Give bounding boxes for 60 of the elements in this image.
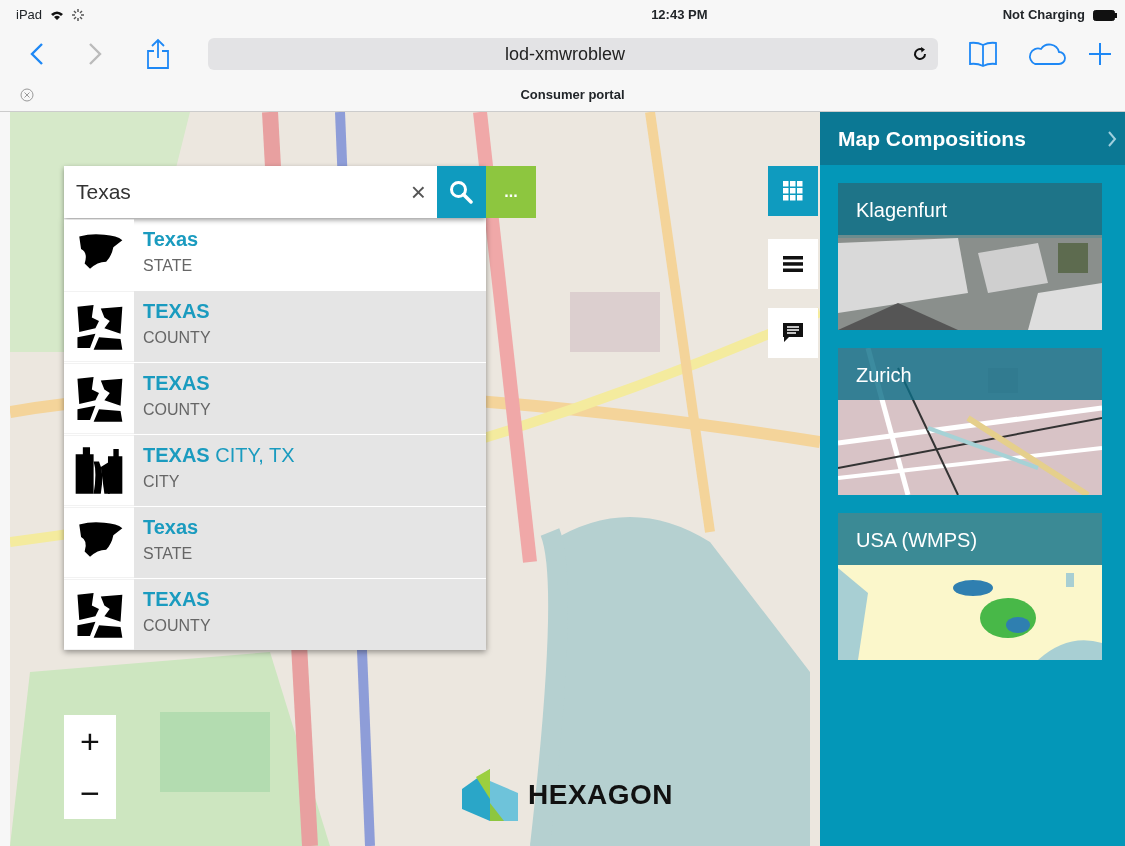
- search-button[interactable]: [436, 166, 486, 218]
- comment-icon: [782, 322, 804, 344]
- reload-icon[interactable]: [912, 46, 928, 62]
- address-bar[interactable]: lod-xmwroblew: [208, 38, 938, 70]
- grid-button[interactable]: [768, 166, 818, 216]
- map-parcels-icon: [64, 363, 134, 434]
- logo-text: HEXAGON: [528, 778, 674, 812]
- result-title: Texas: [143, 227, 200, 251]
- result-title: TEXAS: [143, 299, 211, 323]
- url-text: lod-xmwroblew: [503, 42, 626, 66]
- result-type: CITY: [143, 472, 181, 492]
- logo-icon: [462, 769, 518, 821]
- result-title: TEXAS: [143, 587, 211, 611]
- composition-title: USA (WMPS): [838, 513, 1102, 565]
- comment-button[interactable]: [768, 308, 818, 358]
- panel-title: Map Compositions: [838, 125, 1026, 152]
- battery-status: Not Charging: [1002, 6, 1085, 25]
- result-item[interactable]: TEXAS COUNTY: [64, 290, 486, 362]
- chevron-right-icon[interactable]: [1107, 129, 1117, 148]
- result-title: Texas: [143, 515, 200, 539]
- map-parcels-icon: [64, 579, 134, 650]
- plus-icon[interactable]: [1088, 42, 1112, 66]
- search-icon: [449, 180, 474, 204]
- result-type: STATE: [143, 544, 194, 564]
- grid-icon: [783, 181, 803, 201]
- status-time: 12:43 PM: [651, 7, 708, 23]
- result-item[interactable]: TEXAS COUNTY: [64, 578, 486, 650]
- back-icon[interactable]: [30, 42, 44, 66]
- book-icon[interactable]: [968, 41, 998, 67]
- share-icon[interactable]: [146, 38, 170, 70]
- result-item[interactable]: Texas STATE: [64, 506, 486, 578]
- close-icon[interactable]: [20, 87, 34, 102]
- map-parcels-icon: [64, 291, 134, 362]
- result-item[interactable]: TEXAS CITY, TX CITY: [64, 434, 486, 506]
- composition-title: Zurich: [838, 348, 1102, 400]
- result-type: STATE: [143, 256, 194, 276]
- composition-card[interactable]: USA (WMPS): [838, 513, 1102, 660]
- result-title: TEXAS CITY, TX: [143, 443, 296, 467]
- result-title: TEXAS: [143, 371, 211, 395]
- composition-card[interactable]: Zurich: [838, 348, 1102, 495]
- layers-button[interactable]: [768, 239, 818, 289]
- spinner-icon: [72, 9, 85, 21]
- city-icon: [64, 435, 134, 506]
- battery-icon: [1093, 9, 1117, 21]
- cloud-icon[interactable]: [1026, 42, 1066, 66]
- region-silhouette-icon: [64, 507, 134, 578]
- menu-icon: [783, 256, 803, 272]
- forward-icon[interactable]: [88, 42, 102, 66]
- result-type: COUNTY: [143, 328, 212, 348]
- result-item[interactable]: Texas STATE: [64, 218, 486, 290]
- search-field[interactable]: Texas: [64, 166, 400, 218]
- result-type: COUNTY: [143, 400, 212, 420]
- composition-card[interactable]: Klagenfurt: [838, 183, 1102, 330]
- tab-title: Consumer portal: [520, 86, 625, 102]
- result-type: COUNTY: [143, 616, 212, 636]
- wifi-icon: [50, 9, 65, 21]
- composition-title: Klagenfurt: [838, 183, 1102, 235]
- result-item[interactable]: TEXAS COUNTY: [64, 362, 486, 434]
- device-name: iPad: [16, 6, 43, 25]
- clear-button[interactable]: ×: [399, 166, 437, 218]
